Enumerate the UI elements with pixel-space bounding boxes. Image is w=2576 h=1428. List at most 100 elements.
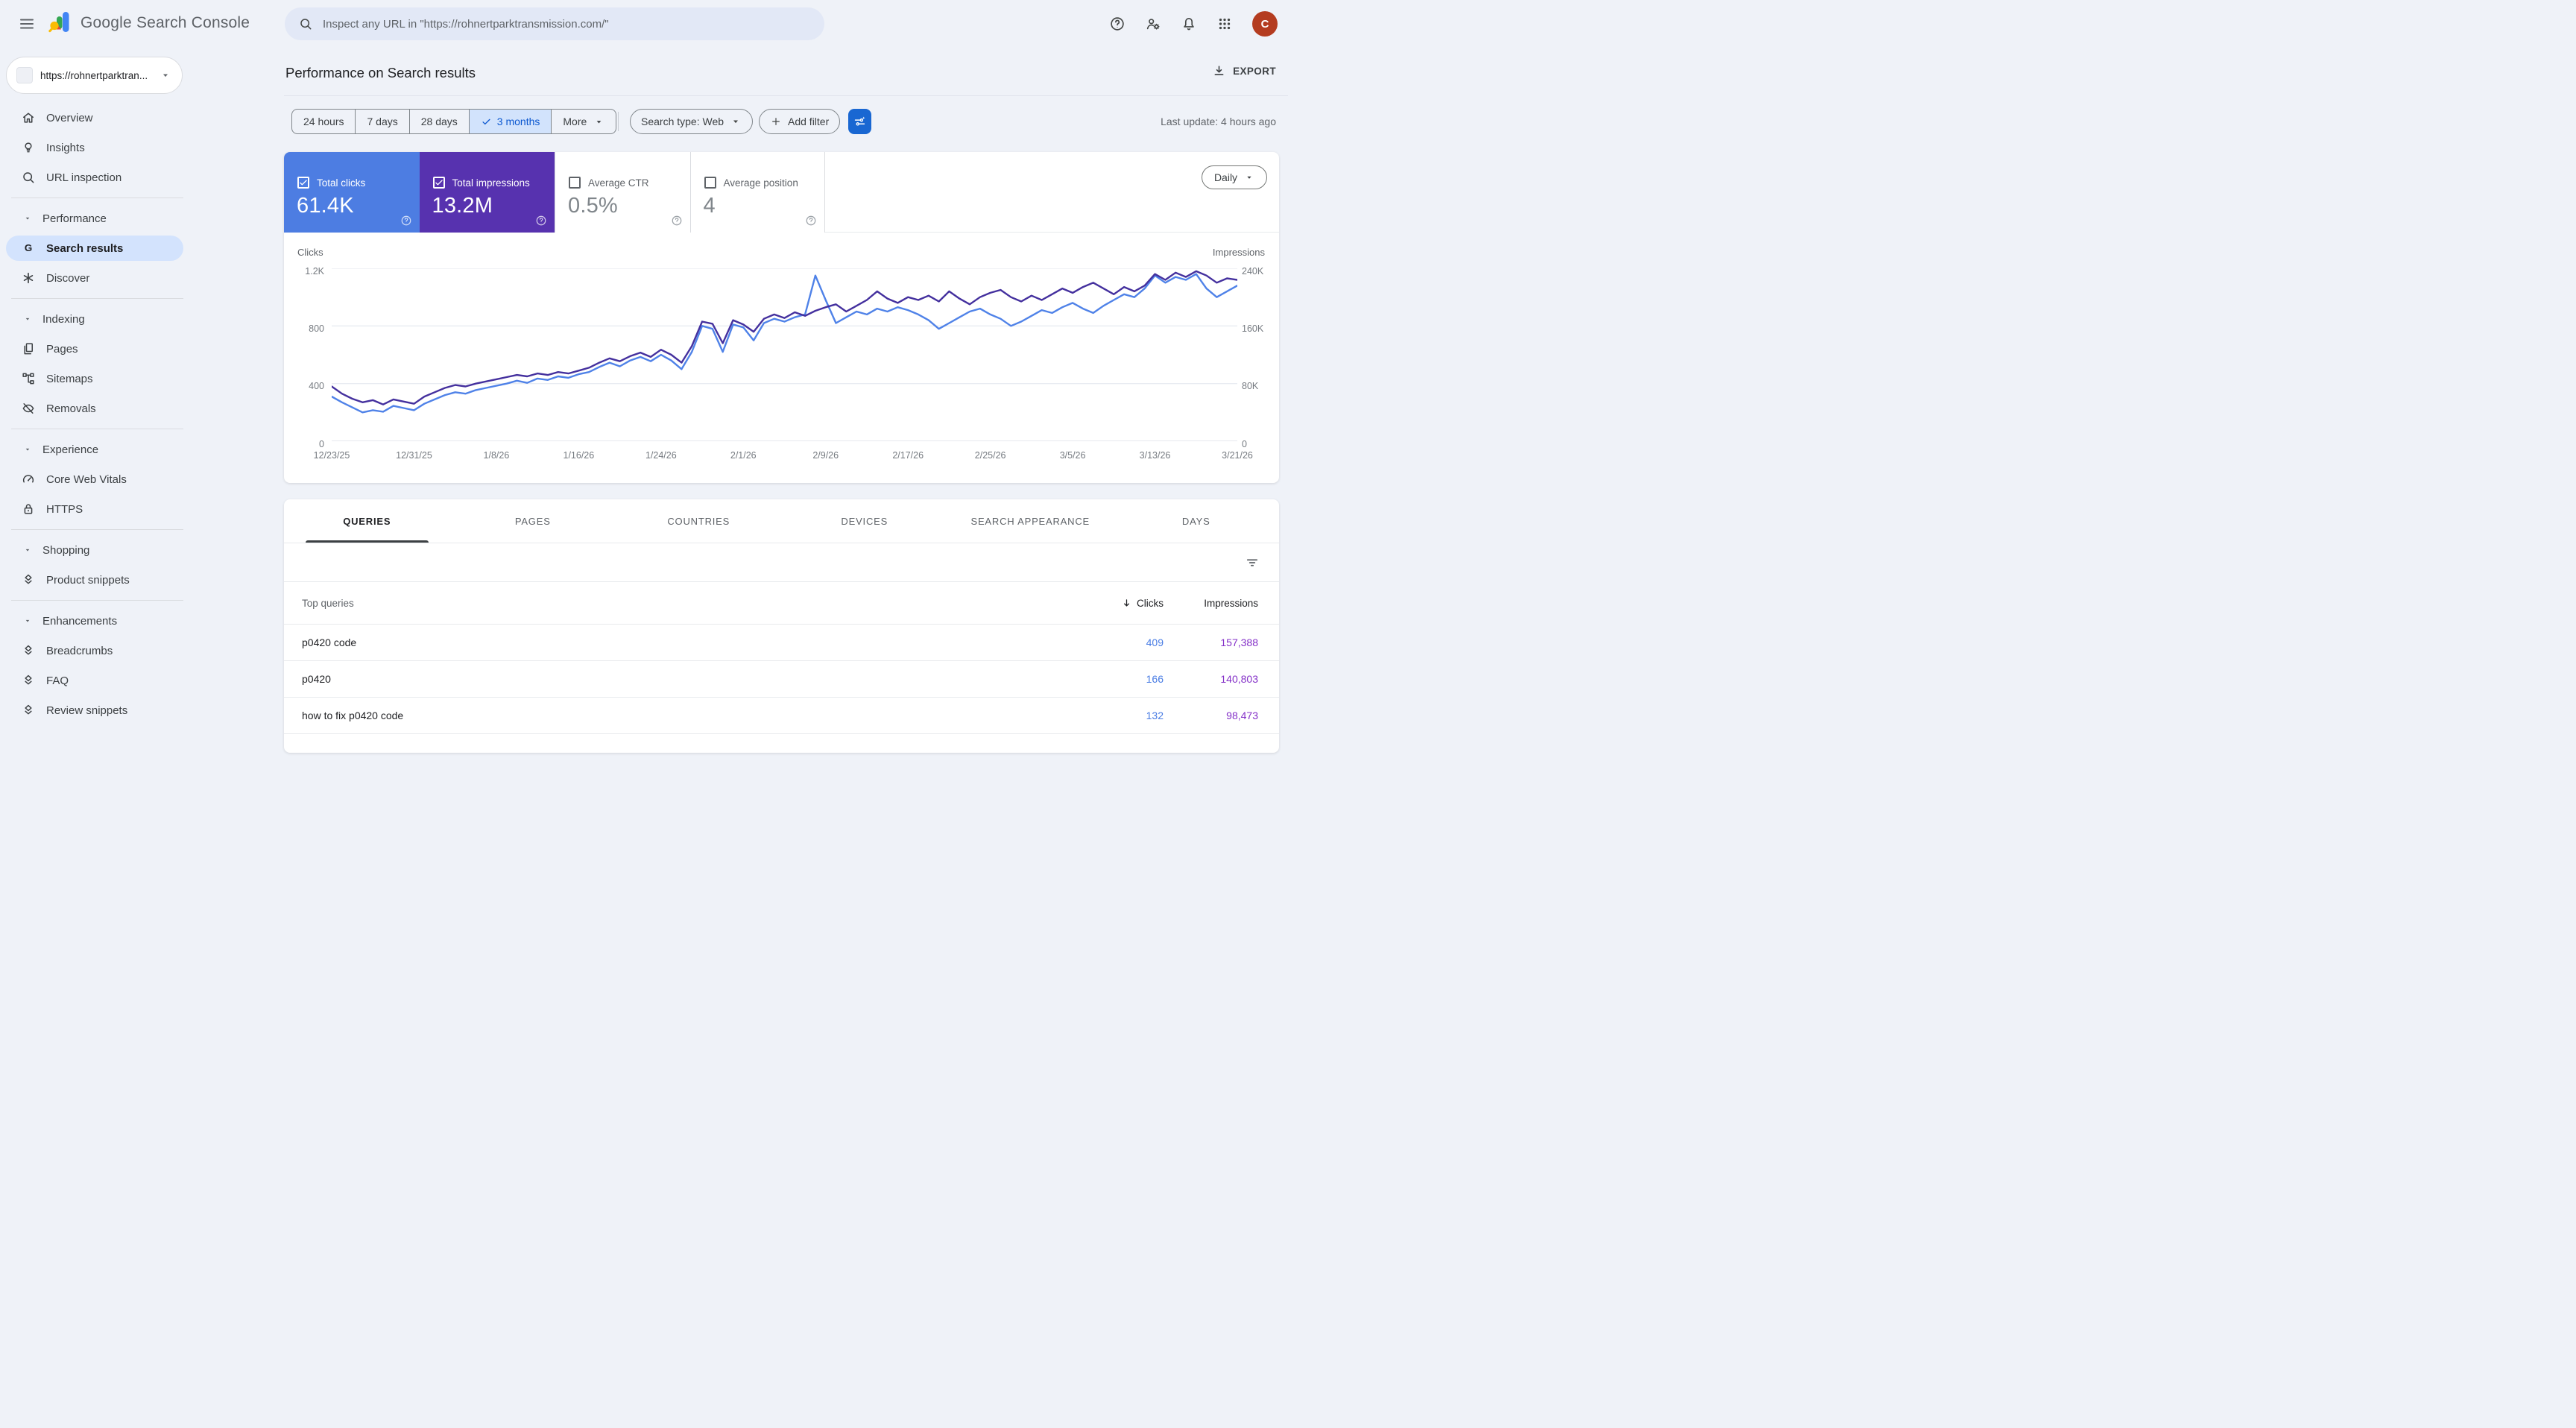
sidebar-section-shopping[interactable]: Shopping — [0, 535, 284, 565]
x-axis-date-label: 1/24/26 — [645, 450, 677, 461]
property-selector[interactable]: https://rohnertparktran... — [6, 57, 183, 94]
sidebar-section-label: Shopping — [42, 544, 89, 557]
sidebar-item-faq[interactable]: FAQ — [0, 666, 284, 695]
checkbox-unchecked-icon[interactable] — [704, 177, 716, 189]
sidebar-section-label: Experience — [42, 443, 98, 456]
sidebar-item-discover[interactable]: Discover — [0, 263, 284, 293]
sidebar-item-overview[interactable]: Overview — [0, 103, 284, 133]
manage-users-icon[interactable] — [1145, 16, 1161, 32]
metric-card-total-clicks[interactable]: Total clicks61.4K — [284, 152, 420, 233]
menu-icon[interactable] — [18, 15, 36, 33]
clicks-cell[interactable]: 132 — [1052, 710, 1164, 721]
help-icon[interactable] — [805, 215, 817, 227]
range-chip-28-days[interactable]: 28 days — [409, 110, 469, 133]
tab-queries[interactable]: QUERIES — [284, 499, 450, 543]
sidebar-item-breadcrumbs[interactable]: Breadcrumbs — [0, 636, 284, 666]
filter-separator — [618, 112, 619, 131]
impressions-cell[interactable]: 157,388 — [1164, 636, 1279, 648]
sidebar-section-label: Performance — [42, 212, 107, 225]
sidebar-item-removals[interactable]: Removals — [0, 394, 284, 423]
sidebar-item-search-results[interactable]: GSearch results — [0, 233, 284, 263]
clicks-cell[interactable]: 166 — [1052, 673, 1164, 685]
granularity-dropdown[interactable]: Daily — [1202, 165, 1267, 189]
sidebar-divider — [0, 524, 284, 535]
impressions-cell[interactable]: 140,803 — [1164, 673, 1279, 685]
snippet-layers-icon — [21, 673, 36, 688]
checkbox-checked-icon[interactable] — [433, 177, 445, 189]
table-row-partial[interactable]: how to fix p0420 code13298,473 — [284, 698, 1279, 734]
column-header-clicks[interactable]: Clicks — [1052, 598, 1164, 609]
checkbox-checked-icon[interactable] — [297, 177, 309, 189]
sidebar-item-url-inspection[interactable]: URL inspection — [0, 162, 284, 192]
chevron-down-icon — [23, 315, 32, 323]
tab-devices[interactable]: DEVICES — [782, 499, 948, 543]
tab-days[interactable]: DAYS — [1114, 499, 1280, 543]
range-chip-24-hours[interactable]: 24 hours — [292, 110, 355, 133]
sidebar-section-performance[interactable]: Performance — [0, 203, 284, 233]
line-chart[interactable] — [332, 268, 1237, 441]
app-logo[interactable]: Google Search Console — [48, 10, 250, 37]
right-axis-tick: 80K — [1242, 380, 1258, 392]
help-icon[interactable] — [671, 215, 683, 227]
filter-list-icon[interactable] — [1245, 555, 1260, 570]
site-favicon-icon — [16, 67, 33, 83]
sidebar-section-enhancements[interactable]: Enhancements — [0, 606, 284, 636]
sidebar-item-sitemaps[interactable]: Sitemaps — [0, 364, 284, 394]
url-inspection-searchbar[interactable]: Inspect any URL in "https://rohnertparkt… — [285, 7, 824, 40]
x-axis-date-label: 2/17/26 — [892, 450, 924, 461]
column-header-queries[interactable]: Top queries — [284, 598, 1052, 609]
top-bar: Google Search Console Inspect any URL in… — [0, 0, 1288, 48]
x-axis-date-label: 2/9/26 — [812, 450, 839, 461]
search-type-label: Search type: Web — [641, 116, 724, 127]
clicks-cell[interactable]: 409 — [1052, 636, 1164, 648]
checkbox-unchecked-icon[interactable] — [569, 177, 581, 189]
sidebar-nav: OverviewInsightsURL inspection Performanc… — [0, 103, 284, 725]
add-filter-button[interactable]: Add filter — [759, 109, 840, 134]
notifications-icon[interactable] — [1181, 16, 1197, 32]
filter-sparkle-icon — [853, 115, 867, 129]
metric-cards: Total clicks61.4KTotal impressions13.2MA… — [284, 152, 1279, 233]
eye-off-icon — [21, 401, 36, 416]
metric-card-total-impressions[interactable]: Total impressions13.2M — [420, 152, 555, 233]
impressions-cell[interactable]: 98,473 — [1164, 710, 1279, 721]
right-axis-tick: 160K — [1242, 323, 1263, 335]
sidebar-item-insights[interactable]: Insights — [0, 133, 284, 162]
sidebar-section-experience[interactable]: Experience — [0, 435, 284, 464]
sidebar-item-review-snippets[interactable]: Review snippets — [0, 695, 284, 725]
metric-card-average-ctr[interactable]: Average CTR0.5% — [555, 152, 690, 233]
range-chip-7-days[interactable]: 7 days — [355, 110, 408, 133]
range-chip-more[interactable]: More — [551, 110, 616, 133]
filter-sparkle-button[interactable] — [848, 109, 871, 134]
sidebar-section-indexing[interactable]: Indexing — [0, 304, 284, 334]
table-toolbar — [284, 543, 1279, 582]
metric-card-average-position[interactable]: Average position4 — [690, 152, 826, 233]
help-icon[interactable] — [535, 215, 547, 227]
metric-label: Average position — [724, 177, 798, 189]
search-placeholder: Inspect any URL in "https://rohnertparkt… — [323, 18, 609, 31]
sidebar-item-label: FAQ — [46, 674, 69, 687]
sidebar-item-pages[interactable]: Pages — [0, 334, 284, 364]
export-button[interactable]: EXPORT — [1212, 64, 1276, 78]
sidebar-section-label: Indexing — [42, 313, 85, 326]
table-row[interactable]: p0420166140,803 — [284, 661, 1279, 698]
sidebar-item-https[interactable]: HTTPS — [0, 494, 284, 524]
sidebar-item-product-snippets[interactable]: Product snippets — [0, 565, 284, 595]
tab-pages[interactable]: PAGES — [450, 499, 616, 543]
account-avatar[interactable]: C — [1252, 11, 1278, 37]
sidebar-item-core-web-vitals[interactable]: Core Web Vitals — [0, 464, 284, 494]
metric-value: 61.4K — [297, 194, 354, 218]
search-type-dropdown[interactable]: Search type: Web — [630, 109, 753, 134]
range-chip-label: 7 days — [367, 116, 397, 127]
tab-search-appearance[interactable]: SEARCH APPEARANCE — [947, 499, 1114, 543]
help-icon[interactable] — [400, 215, 412, 227]
granularity-label: Daily — [1214, 171, 1237, 183]
apps-grid-icon[interactable] — [1216, 16, 1233, 32]
tab-countries[interactable]: COUNTRIES — [616, 499, 782, 543]
right-axis-title: Impressions — [1193, 247, 1265, 258]
table-row[interactable]: p0420 code409157,388 — [284, 625, 1279, 661]
column-header-impressions[interactable]: Impressions — [1164, 598, 1279, 609]
right-axis-tick: 0 — [1242, 438, 1247, 450]
help-icon[interactable] — [1109, 16, 1126, 32]
x-axis-date-label: 1/8/26 — [484, 450, 510, 461]
range-chip-3-months[interactable]: 3 months — [469, 110, 552, 133]
